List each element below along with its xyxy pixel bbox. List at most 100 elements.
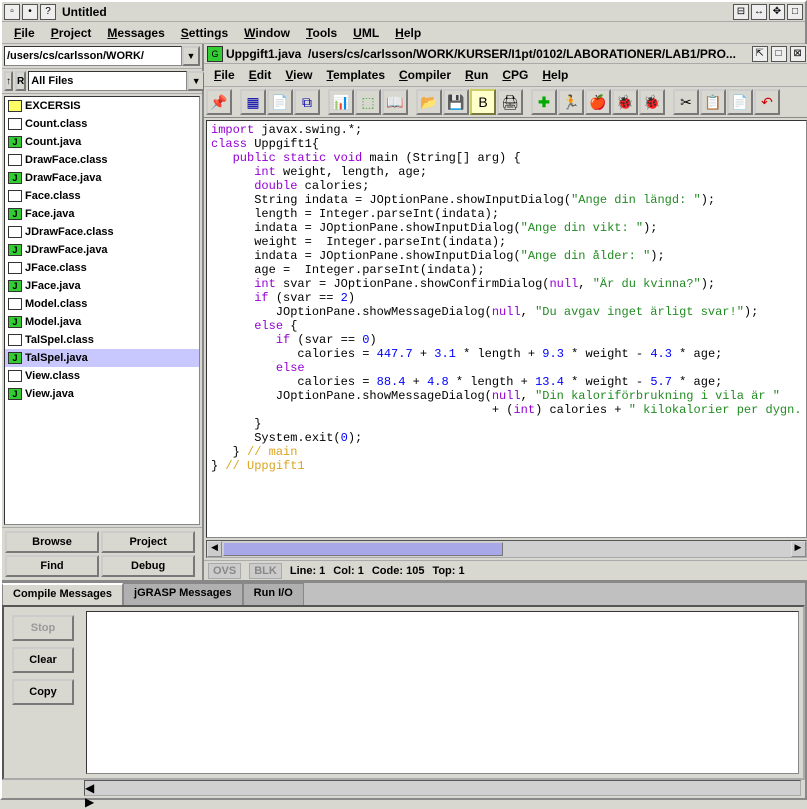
tab-run-io[interactable]: Run I/O (243, 583, 304, 605)
file-list[interactable]: EXCERSISCount.classJCount.javaDrawFace.c… (4, 96, 200, 525)
tab-jgrasp-messages[interactable]: jGRASP Messages (123, 583, 243, 605)
win-max-icon[interactable]: □ (787, 4, 803, 20)
file-item[interactable]: JJFace.java (5, 277, 199, 295)
messages-hscrollbar[interactable]: ◀ ▶ (84, 780, 801, 796)
refresh-button[interactable]: R (15, 71, 26, 91)
file-item[interactable]: Face.class (5, 187, 199, 205)
file-item[interactable]: EXCERSIS (5, 97, 199, 115)
file-name: View.java (25, 388, 74, 400)
project-button[interactable]: Project (101, 531, 195, 553)
menu-file[interactable]: File (8, 24, 41, 42)
apple-icon[interactable]: 🍎 (585, 89, 611, 115)
menu-uml[interactable]: UML (347, 24, 385, 42)
tab-compile-messages[interactable]: Compile Messages (2, 583, 123, 605)
file-item[interactable]: JJDrawFace.java (5, 241, 199, 259)
file-name: DrawFace.class (25, 154, 108, 166)
editor-menu-templates[interactable]: Templates (321, 66, 391, 84)
file-item[interactable]: JModel.java (5, 313, 199, 331)
editor-menu-compiler[interactable]: Compiler (393, 66, 457, 84)
undo-icon[interactable]: ↶ (754, 89, 780, 115)
doc-icon (8, 190, 22, 202)
path-input[interactable] (4, 46, 182, 66)
page-icon[interactable]: 📄 (267, 89, 293, 115)
uml-icon[interactable]: ⬚ (355, 89, 381, 115)
filter-dropdown-icon[interactable]: ▼ (187, 71, 205, 91)
win-vsize-icon[interactable]: ✥ (769, 4, 785, 20)
editor-menu-file[interactable]: File (208, 66, 241, 84)
find-button[interactable]: Find (5, 555, 99, 577)
folder-icon (8, 100, 22, 112)
file-item[interactable]: Model.class (5, 295, 199, 313)
path-dropdown-icon[interactable]: ▼ (182, 46, 200, 66)
copy-icon[interactable]: 📋 (700, 89, 726, 115)
copy-button[interactable]: Copy (12, 679, 74, 705)
win-q-icon[interactable]: ? (40, 4, 56, 20)
file-item[interactable]: JCount.java (5, 133, 199, 151)
editor-panel: G Uppgift1.java /users/cs/carlsson/WORK/… (204, 44, 807, 580)
file-name: Count.java (25, 136, 81, 148)
editor-menu-cpg[interactable]: CPG (496, 66, 534, 84)
code-status: Code: 105 (372, 565, 425, 577)
msg-scroll-right-icon[interactable]: ▶ (85, 795, 800, 809)
paste-icon[interactable]: 📄 (727, 89, 753, 115)
debug-button[interactable]: Debug (101, 555, 195, 577)
editor-close-icon[interactable]: ⊠ (790, 46, 806, 62)
menu-help[interactable]: Help (389, 24, 427, 42)
code-editor[interactable]: import javax.swing.*; class Uppgift1{ pu… (206, 120, 807, 538)
col-status: Col: 1 (333, 565, 364, 577)
doc-icon (8, 262, 22, 274)
editor-restore-icon[interactable]: ⇱ (752, 46, 768, 62)
menu-project[interactable]: Project (45, 24, 98, 42)
java-icon: J (8, 208, 22, 220)
file-item[interactable]: Count.class (5, 115, 199, 133)
browse-button[interactable]: Browse (5, 531, 99, 553)
file-item[interactable]: JTalSpel.java (5, 349, 199, 367)
menu-messages[interactable]: Messages (101, 24, 170, 42)
file-item[interactable]: JFace.java (5, 205, 199, 223)
win-menu-icon[interactable]: ▫ (4, 4, 20, 20)
win-min-icon[interactable]: • (22, 4, 38, 20)
editor-menu-help[interactable]: Help (536, 66, 574, 84)
save-icon[interactable]: 💾 (443, 89, 469, 115)
doc-icon (8, 370, 22, 382)
up-dir-button[interactable]: ↑ (4, 71, 13, 91)
debug-icon[interactable]: 🐞 (612, 89, 638, 115)
win-min2-icon[interactable]: ⊟ (733, 4, 749, 20)
msg-scroll-left-icon[interactable]: ◀ (85, 781, 800, 795)
menu-tools[interactable]: Tools (300, 24, 343, 42)
clear-button[interactable]: Clear (12, 647, 74, 673)
editor-menu-run[interactable]: Run (459, 66, 494, 84)
run-icon[interactable]: 🏃 (558, 89, 584, 115)
book-icon[interactable]: 📖 (382, 89, 408, 115)
file-item[interactable]: JDrawFace.class (5, 223, 199, 241)
menu-settings[interactable]: Settings (175, 24, 234, 42)
file-item[interactable]: TalSpel.class (5, 331, 199, 349)
editor-menu-edit[interactable]: Edit (243, 66, 278, 84)
editor-menu-view[interactable]: View (279, 66, 318, 84)
messages-output[interactable] (86, 611, 799, 774)
chart-icon[interactable]: 📊 (328, 89, 354, 115)
scroll-left-icon[interactable]: ◀ (207, 541, 222, 557)
cut-icon[interactable]: ✂ (673, 89, 699, 115)
scroll-right-icon[interactable]: ▶ (791, 541, 806, 557)
win-hsize-icon[interactable]: ↔ (751, 4, 767, 20)
menu-window[interactable]: Window (238, 24, 296, 42)
scroll-thumb[interactable] (223, 542, 503, 556)
open-icon[interactable]: 📂 (416, 89, 442, 115)
csd-icon[interactable]: ▦ (240, 89, 266, 115)
file-item[interactable]: View.class (5, 367, 199, 385)
browse-icon[interactable]: B (470, 89, 496, 115)
file-item[interactable]: JView.java (5, 385, 199, 403)
window-title: Untitled (58, 5, 731, 19)
file-item[interactable]: DrawFace.class (5, 151, 199, 169)
editor-max-icon[interactable]: □ (771, 46, 787, 62)
pin-icon[interactable]: 📌 (206, 89, 232, 115)
number-icon[interactable]: ⧉ (294, 89, 320, 115)
print-icon[interactable]: 🖨 (497, 89, 523, 115)
compile-plus-icon[interactable]: ✚ (531, 89, 557, 115)
file-filter-select[interactable] (28, 71, 187, 91)
debug2-icon[interactable]: 🐞 (639, 89, 665, 115)
file-item[interactable]: JFace.class (5, 259, 199, 277)
editor-hscrollbar[interactable]: ◀ ▶ (206, 540, 807, 558)
file-item[interactable]: JDrawFace.java (5, 169, 199, 187)
